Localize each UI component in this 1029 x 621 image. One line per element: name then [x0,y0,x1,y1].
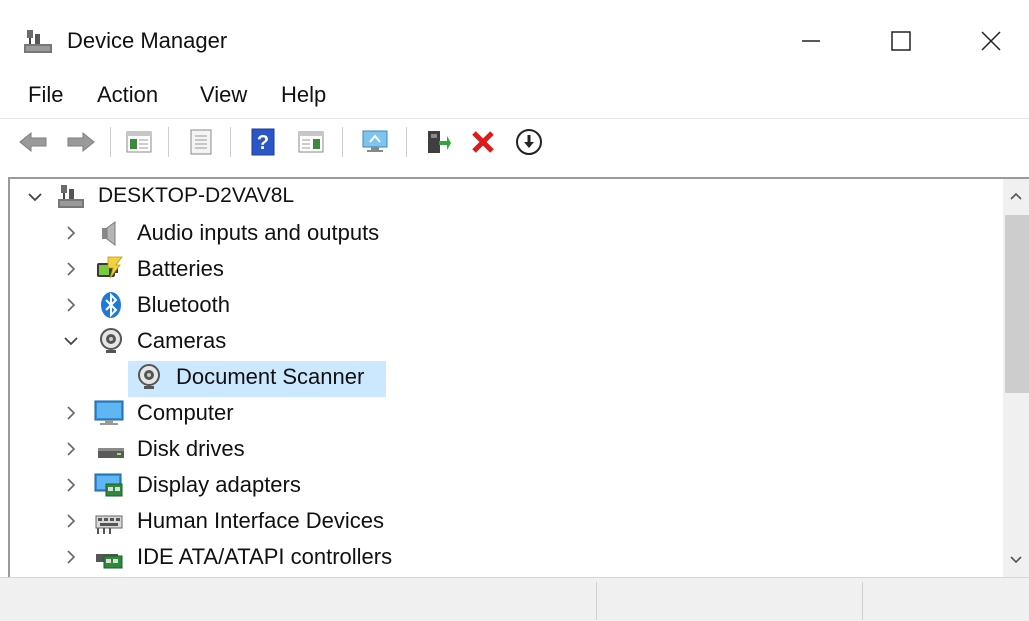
tree-item-disk-drives[interactable]: Disk drives [0,432,1000,466]
svg-text:?: ? [257,132,269,154]
scroll-thumb[interactable] [1005,215,1029,393]
tree-item-label: Cameras [137,328,227,353]
forward-arrow-icon [67,131,95,153]
toolbar-separator [230,127,232,157]
show-action-pane-button[interactable] [294,125,328,159]
scroll-down-button[interactable] [1003,543,1029,577]
down-arrow-circle-icon [516,129,542,155]
tree-item-label: Computer [137,400,234,425]
forward-button[interactable] [64,125,98,159]
remove-x-icon [472,131,494,153]
status-pane-secondary [597,582,863,620]
status-bar [0,577,1029,621]
tree-root-row[interactable]: DESKTOP-D2VAV8L [0,180,1000,214]
battery-icon [97,256,123,279]
tree-item-label: Display adapters [137,472,301,497]
toolbar-separator [168,127,170,157]
action-pane-icon [298,131,324,153]
help-button[interactable]: ? [246,125,280,159]
maximize-button[interactable] [862,12,940,70]
update-driver-button[interactable] [420,125,454,159]
menu-bar: File Action View Help [0,76,1029,116]
menu-view[interactable]: View [196,80,251,110]
tree-item-display-adapters[interactable]: Display adapters [0,468,1000,502]
tree-item-label: Batteries [137,256,224,281]
status-pane-main [0,582,597,620]
minimize-icon [802,40,820,42]
chevron-right-icon[interactable] [62,296,80,314]
help-icon: ? [251,128,275,156]
tree-root-label: DESKTOP-D2VAV8L [98,184,295,207]
chevron-right-icon[interactable] [62,260,80,278]
tree-item-label: Disk drives [137,436,245,461]
tree-item-label: Human Interface Devices [137,508,384,533]
window-title: Device Manager [67,28,228,53]
chevron-right-icon[interactable] [62,548,80,566]
monitor-icon [94,400,124,425]
chevron-right-icon[interactable] [62,512,80,530]
chevron-down-icon[interactable] [26,188,44,206]
back-button[interactable] [16,125,50,159]
tree-item-computer[interactable]: Computer [0,396,1000,430]
close-icon [981,31,1001,51]
menu-file[interactable]: File [24,80,67,110]
device-manager-icon [24,30,52,53]
title-bar: Device Manager [0,0,1029,76]
disk-drive-icon [98,448,124,458]
tree-item-ide-controllers[interactable]: IDE ATA/ATAPI controllers [0,540,1000,574]
speaker-icon [102,221,116,246]
toolbar-separator [406,127,408,157]
chevron-right-icon[interactable] [62,224,80,242]
show-hide-console-tree-button[interactable] [122,125,156,159]
menu-action[interactable]: Action [93,80,162,110]
chevron-right-icon[interactable] [62,404,80,422]
vertical-scrollbar[interactable] [1003,179,1029,577]
properties-icon [190,129,212,155]
tree-item-cameras[interactable]: Cameras [0,324,1000,358]
tree-item-label: Document Scanner [176,364,365,389]
camera-icon [138,364,160,389]
tree-item-audio[interactable]: Audio inputs and outputs [0,216,1000,250]
computer-host-icon [58,185,84,208]
scan-monitor-icon [362,130,388,152]
tree-item-label: Audio inputs and outputs [137,220,380,245]
tree-item-bluetooth[interactable]: Bluetooth [0,288,1000,322]
scroll-up-button[interactable] [1003,179,1029,213]
menu-help[interactable]: Help [277,80,330,110]
chevron-down-icon[interactable] [62,332,80,350]
display-adapter-icon [94,473,123,497]
maximize-icon [891,31,911,51]
console-tree-icon [126,131,152,153]
toolbar: ? [0,118,1029,166]
close-button[interactable] [952,12,1029,70]
minimize-button[interactable] [772,12,850,70]
chevron-right-icon[interactable] [62,476,80,494]
tree-item-hid[interactable]: Human Interface Devices [0,504,1000,538]
tree-item-batteries[interactable]: Batteries [0,252,1000,286]
tree-item-label: IDE ATA/ATAPI controllers [137,544,393,569]
toolbar-separator [342,127,344,157]
toolbar-separator [110,127,112,157]
tree-item-label: Bluetooth [137,292,230,317]
bluetooth-icon [101,292,121,318]
chevron-down-icon [1010,556,1022,564]
tree-item-document-scanner[interactable]: Document Scanner [0,360,1000,394]
controller-card-icon [96,554,123,569]
camera-icon [100,328,122,353]
disable-device-button[interactable] [512,125,546,159]
uninstall-device-button[interactable] [466,125,500,159]
chevron-right-icon[interactable] [62,440,80,458]
hid-icon [95,515,123,534]
chevron-up-icon [1010,192,1022,200]
scan-hardware-changes-button[interactable] [358,125,392,159]
back-arrow-icon [19,131,47,153]
properties-button[interactable] [184,125,218,159]
update-driver-icon [428,131,451,153]
